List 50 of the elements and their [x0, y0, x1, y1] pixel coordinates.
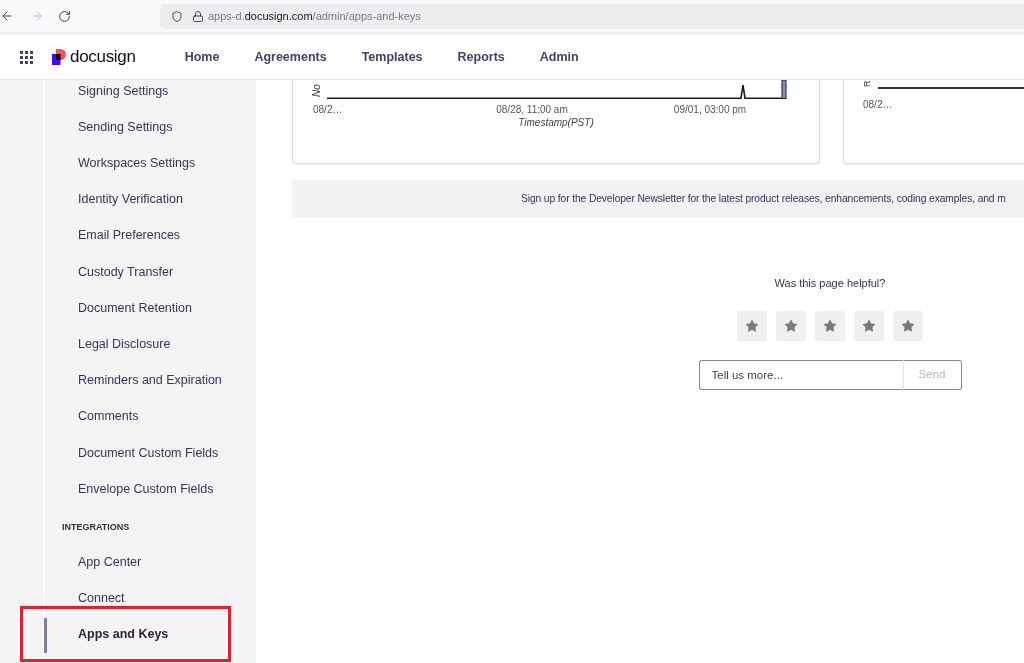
- logo-text[interactable]: docusign: [70, 44, 136, 70]
- sidebar-link[interactable]: Comments: [78, 407, 139, 427]
- address-bar[interactable]: apps-d.docusign.com/admin/apps-and-keys: [160, 3, 1024, 29]
- sidebar-link[interactable]: Envelope Custom Fields: [78, 479, 214, 499]
- url-text: apps-d.docusign.com/admin/apps-and-keys: [208, 8, 421, 24]
- x-axis-title: Timestamp(PST): [518, 116, 594, 130]
- section-heading: INTEGRATIONS: [62, 521, 130, 534]
- sidebar-link[interactable]: Apps and Keys: [78, 625, 169, 645]
- nav-link[interactable]: Agreements: [254, 47, 327, 67]
- nav-link[interactable]: Reports: [457, 47, 505, 67]
- sidebar-link[interactable]: Document Retention: [78, 298, 192, 318]
- star-icon: [901, 318, 915, 333]
- selected-indicator: [44, 617, 47, 653]
- sidebar-link[interactable]: Reminders and Expiration: [78, 371, 222, 390]
- star-button[interactable]: [854, 310, 884, 341]
- star-icon: [823, 318, 837, 333]
- grid-menu-icon[interactable]: [20, 50, 33, 64]
- sidebar-link[interactable]: Custody Transfer: [78, 262, 174, 282]
- sidebar-link[interactable]: Workspaces Settings: [78, 154, 196, 173]
- sidebar-link[interactable]: Connect: [78, 589, 125, 608]
- sidebar-link[interactable]: Document Custom Fields: [78, 443, 219, 463]
- reload-icon[interactable]: [58, 9, 71, 23]
- x-tick-label: 08/28, 11:00 am: [496, 103, 568, 117]
- x-tick-label: 08/2…: [313, 103, 343, 117]
- sidebar-link[interactable]: Email Preferences: [78, 226, 181, 246]
- sidebar-link[interactable]: Identity Verification: [78, 190, 183, 210]
- x-tick-label: 09/01, 03:00 pm: [673, 103, 747, 117]
- star-icon: [745, 318, 759, 333]
- star-button[interactable]: [893, 310, 923, 341]
- newsletter-text: Sign up for the Developer Newsletter for the latest product releases, enhancements, coding examples, and m: [521, 192, 1006, 207]
- logo-icon: [52, 49, 67, 65]
- sidebar-link[interactable]: Sending Settings: [78, 117, 173, 137]
- sidebar-link[interactable]: Signing Settings: [78, 81, 169, 101]
- back-icon[interactable]: [0, 9, 14, 23]
- star-icon: [784, 318, 798, 333]
- sidebar-link[interactable]: App Center: [78, 552, 142, 572]
- shield-icon[interactable]: [171, 9, 183, 23]
- star-button[interactable]: [737, 310, 767, 341]
- nav-link[interactable]: Admin: [539, 47, 579, 67]
- star-icon: [862, 318, 876, 333]
- star-button[interactable]: [776, 310, 806, 341]
- nav-link[interactable]: Templates: [361, 47, 423, 67]
- x-tick-label: 08/2…: [863, 99, 893, 110]
- y-axis-label: No: [309, 84, 323, 97]
- lock-icon[interactable]: [192, 9, 204, 23]
- y-axis-label: R: [860, 80, 873, 87]
- nav-link[interactable]: Home: [184, 47, 220, 67]
- feedback-question: Was this page helpful?: [774, 276, 886, 291]
- star-button[interactable]: [815, 310, 845, 341]
- sidebar-link[interactable]: Legal Disclosure: [78, 335, 171, 354]
